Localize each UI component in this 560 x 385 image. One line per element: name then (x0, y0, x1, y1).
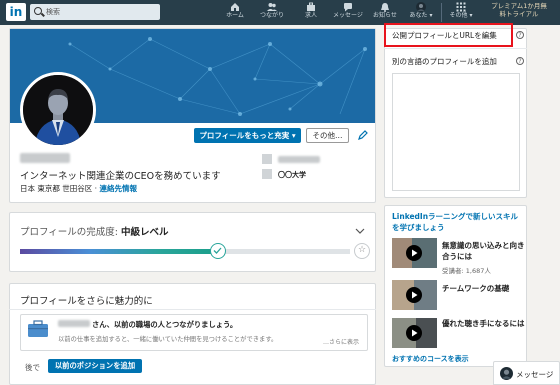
course-title[interactable]: チームワークの基礎 (442, 283, 527, 294)
company-name-redacted (278, 156, 320, 163)
course-thumbnail[interactable] (392, 318, 437, 348)
profile-location-line: 日本 東京都 世田谷区 · 連絡先情報 (20, 183, 137, 194)
nav-messaging[interactable]: メッセージ (330, 2, 366, 24)
grid-icon (456, 2, 466, 12)
nav-me[interactable]: あなた ▾ (404, 2, 438, 24)
nav-home[interactable]: ホーム (222, 2, 248, 24)
school-logo-icon (262, 169, 272, 179)
nav-more[interactable]: その他 ▾ (446, 2, 476, 24)
nav-network[interactable]: つながり (252, 2, 292, 24)
checkmark-icon (213, 247, 222, 254)
search-input[interactable]: 検索 (30, 4, 160, 20)
briefcase-icon (28, 320, 48, 337)
suggestion-description: 以前の仕事を追加すると、一緒に働いていた仲間を見つけることができます。 (58, 336, 278, 343)
add-language-profile-link[interactable]: 別の言語のプロフィールを追加 (392, 56, 497, 67)
profile-strength-card (9, 212, 376, 272)
profile-strength-label: プロフィールの完成度: (20, 227, 119, 238)
edit-public-profile-link[interactable]: 公開プロフィールとURLを編集 (392, 30, 497, 41)
linkedin-logo[interactable]: in (6, 3, 26, 21)
nav-divider (441, 3, 442, 22)
profile-suggestions-title: プロフィールをさらに魅力的に (20, 296, 153, 307)
avatar-icon (23, 75, 93, 145)
recommended-courses-link[interactable]: おすすめのコースを表示 (392, 354, 469, 364)
home-icon (231, 3, 239, 11)
user-name-redacted (58, 320, 90, 327)
messaging-label: メッセージ (516, 370, 554, 379)
course-thumbnail[interactable] (392, 280, 437, 310)
play-icon (406, 245, 422, 261)
course-thumbnail[interactable] (392, 238, 437, 268)
avatar-icon (500, 367, 513, 380)
profile-strength-meter (20, 249, 350, 254)
divider (384, 48, 527, 49)
bell-icon (381, 3, 389, 12)
separator-dot: · (94, 184, 98, 193)
all-star-star-icon: ☆ (354, 243, 370, 259)
suggestion-title: さん、以前の職場の人とつながりましょう。 (92, 320, 238, 329)
course-title[interactable]: 優れた聴き手になるには (442, 318, 527, 329)
school-name[interactable]: 〇〇大学 (278, 170, 306, 180)
profile-name-redacted (20, 153, 70, 163)
ad-placeholder (392, 73, 520, 191)
learning-title[interactable]: LinkedInラーニングで新しいスキルを学びましょう (392, 211, 522, 233)
profile-location: 日本 東京都 世田谷区 (20, 184, 93, 193)
profile-strength-fill (20, 249, 218, 254)
profile-strength-level: 中級レベル (121, 227, 169, 238)
play-icon (406, 325, 422, 341)
profile-add-section-button[interactable]: プロフィールをもっと充実 ▾ (194, 128, 301, 143)
network-icon (267, 3, 277, 11)
nav-jobs[interactable]: 求人 (298, 2, 324, 24)
premium-trial-link[interactable]: プレミアム1か月無 料トライアル (479, 2, 559, 18)
messaging-overlay-tab[interactable]: メッセージ (493, 361, 560, 385)
profile-strength-title: プロフィールの完成度: 中級レベル (20, 224, 169, 238)
profile-headline: インターネット関連企業のCEOを務めています (20, 171, 221, 182)
search-placeholder: 検索 (46, 8, 60, 16)
play-icon (406, 287, 422, 303)
jobs-icon (307, 2, 315, 11)
search-icon (34, 7, 42, 15)
avatar-icon (416, 2, 426, 12)
later-button[interactable]: 後で (25, 362, 40, 373)
add-position-button[interactable]: 以前のポジションを追加 (48, 359, 142, 373)
profile-strength-marker (210, 243, 226, 259)
profile-more-button[interactable]: その他… (306, 128, 349, 143)
help-icon[interactable]: ? (516, 31, 524, 39)
nav-notifications[interactable]: お知らせ (370, 2, 400, 24)
see-more-link[interactable]: …さらに表示 (323, 337, 359, 346)
contact-info-link[interactable]: 連絡先情報 (99, 184, 137, 193)
course-title[interactable]: 無意識の思い込みと向き合うには (442, 240, 527, 262)
divider (9, 309, 376, 310)
help-icon[interactable]: ? (516, 57, 524, 65)
messaging-icon (344, 3, 352, 12)
course-viewers: 受講者: 1,687人 (442, 267, 491, 275)
chevron-down-icon[interactable] (355, 228, 365, 234)
edit-pencil-icon[interactable] (358, 130, 368, 140)
company-logo-icon (262, 154, 272, 164)
profile-photo[interactable] (20, 72, 96, 148)
